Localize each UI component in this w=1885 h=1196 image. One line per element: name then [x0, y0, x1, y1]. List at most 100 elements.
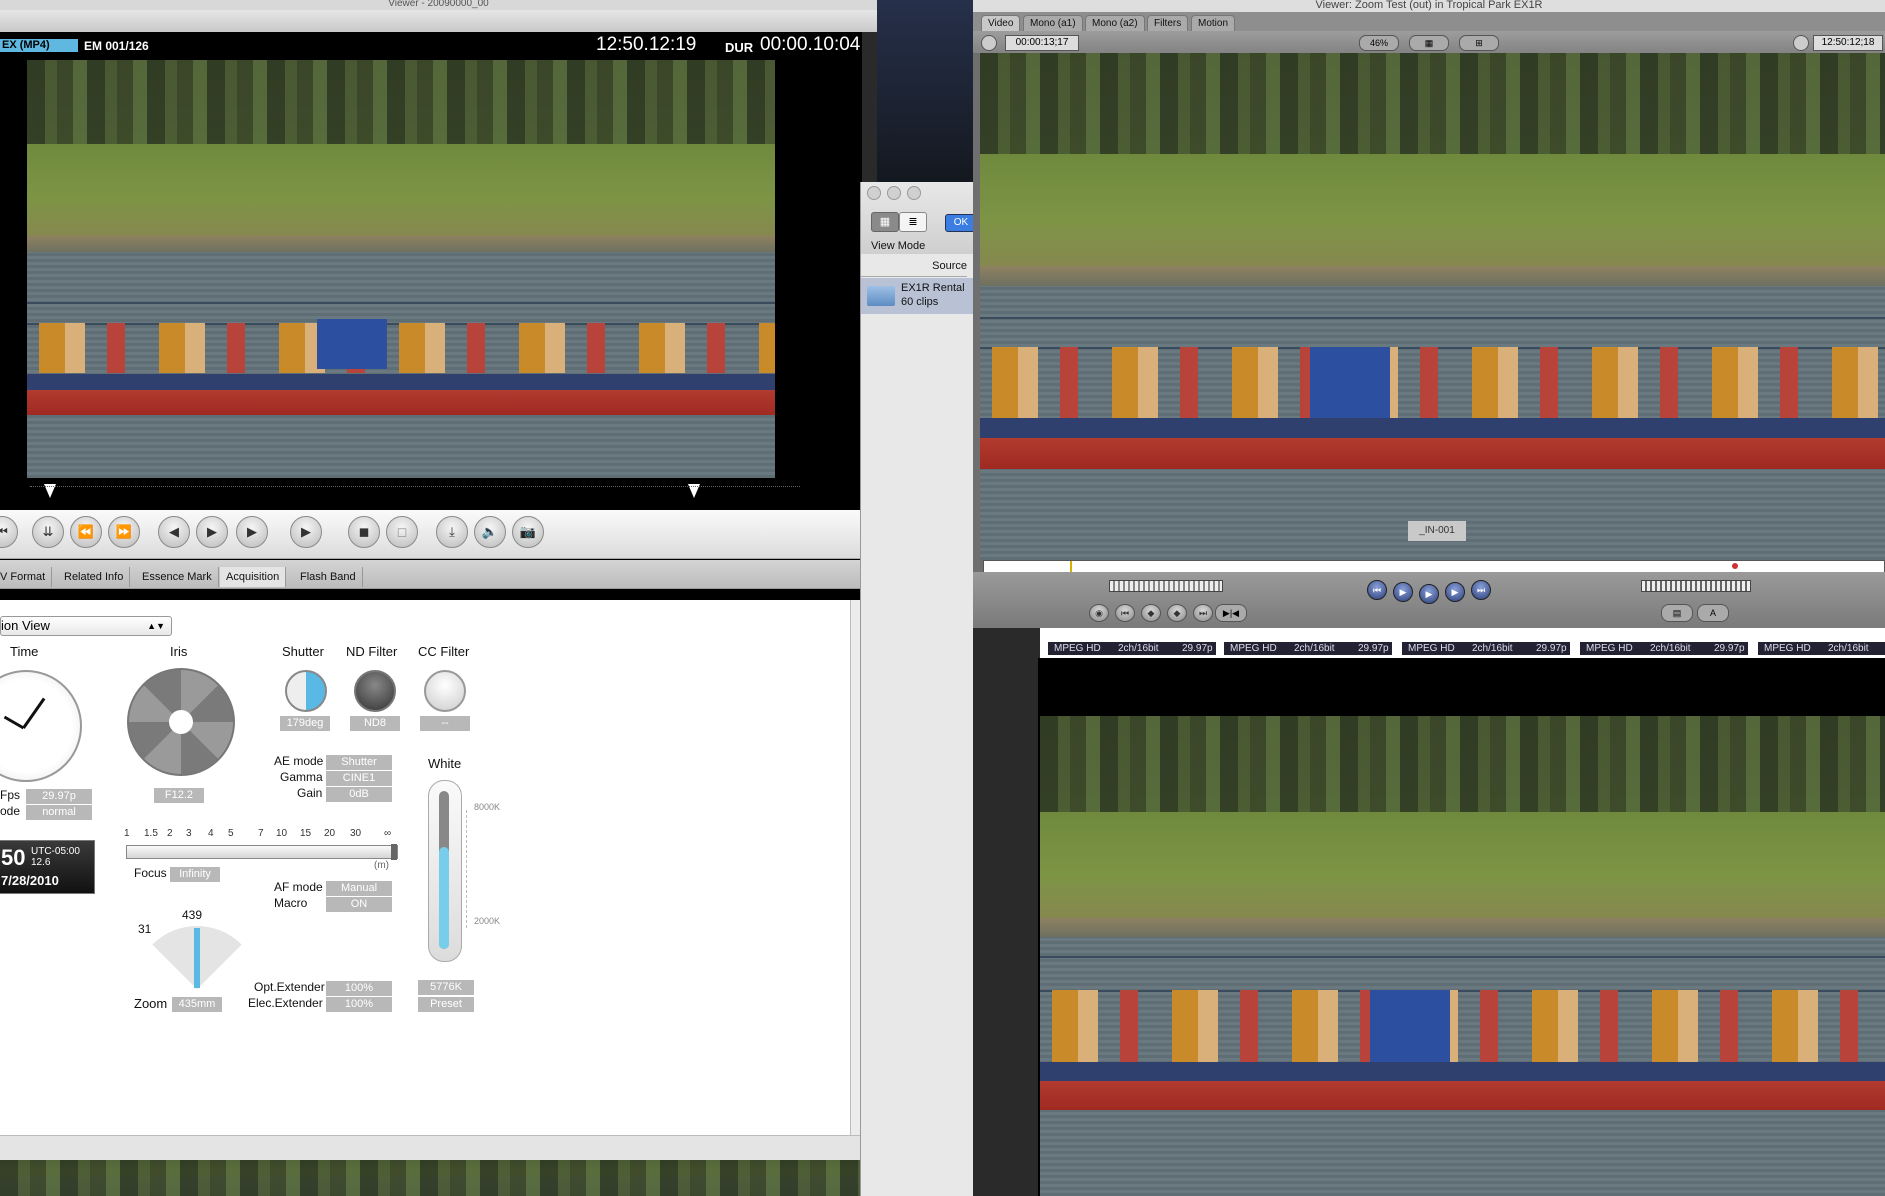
focus-tick: 1.5	[144, 828, 158, 839]
audio-icon[interactable]: 🔈	[474, 516, 506, 548]
zoom-menu[interactable]: 46%	[1359, 35, 1399, 51]
tab-acquisition[interactable]: Acquisition	[220, 567, 287, 587]
fast-forward-icon[interactable]: ⏩	[108, 516, 140, 548]
current-clock-icon	[1793, 35, 1809, 51]
tab-mono-a2[interactable]: Mono (a2)	[1085, 15, 1145, 31]
jog-control[interactable]	[1641, 580, 1751, 592]
close-window-icon[interactable]	[867, 186, 881, 200]
white-value: 5776K	[418, 980, 474, 995]
in-out-buttons[interactable]: ▶|◀	[1215, 604, 1247, 622]
fps-label: Fps	[0, 788, 21, 802]
clip-audio: 2ch/16bit	[1650, 643, 1691, 654]
time-label: Time	[10, 644, 39, 659]
canvas-video-frame	[1040, 716, 1885, 1196]
af-mode-label: AF mode	[274, 880, 323, 894]
viewer-play-icon[interactable]: ▶	[1419, 584, 1439, 604]
timecode: 12:50.12:19	[596, 34, 697, 55]
tab-filters[interactable]: Filters	[1147, 15, 1189, 31]
clip-info-item[interactable]: MPEG HD 2ch/16bit 29.97p	[1224, 642, 1392, 655]
fps-value: 29.97p	[26, 789, 92, 804]
recent-clips-icon[interactable]: ▤	[1661, 604, 1693, 622]
grid-view-icon[interactable]: ▦	[871, 212, 899, 232]
focus-scale: 1 1.5 2 3 4 5 7 10 15 20 30 ∞	[124, 828, 398, 842]
view-select[interactable]: ion View ▲▼	[0, 616, 172, 636]
elec-extender-label: Elec.Extender	[248, 996, 323, 1010]
mode-label: ode	[0, 804, 21, 818]
fcp-viewer-window: Viewer: Zoom Test (out) in Tropical Park…	[973, 0, 1885, 628]
white-mode: Preset	[418, 997, 474, 1012]
clock-icon	[0, 670, 82, 782]
view-menu-icon[interactable]: ▦	[1409, 35, 1449, 51]
source-item-name: EX1R Rental	[901, 282, 965, 294]
current-timecode[interactable]: 12:50:12;18	[1813, 35, 1883, 51]
clip-info-item[interactable]: MPEG HD 2ch/16bit 29.97p	[1580, 642, 1748, 655]
shutter-label: Shutter	[282, 644, 324, 659]
shuttle-control[interactable]	[1109, 580, 1223, 592]
gamma-label: Gamma	[280, 770, 323, 784]
play-segment-icon[interactable]: ▶	[196, 516, 228, 548]
zoom-max: 439	[182, 908, 203, 922]
source-header: Source	[861, 260, 967, 277]
zoom-value: 435mm	[172, 997, 222, 1012]
play-around-icon[interactable]: ▶	[1445, 582, 1465, 602]
macro-value: ON	[326, 897, 392, 912]
cc-filter-icon	[424, 670, 466, 712]
clip-info-item[interactable]: MPEG HD 2ch/16bit	[1758, 642, 1885, 655]
tab-flash-band[interactable]: Flash Band	[294, 567, 363, 587]
mark-in-icon[interactable]: ◼	[348, 516, 380, 548]
elec-extender-value: 100%	[326, 997, 392, 1012]
source-item[interactable]: EX1R Rental 60 clips	[861, 278, 973, 314]
step-forward-icon[interactable]: ▶	[236, 516, 268, 548]
gain-value: 0dB	[326, 787, 392, 802]
play-in-to-out-icon[interactable]: ▶	[1393, 582, 1413, 602]
view-mode-label: View Mode	[871, 240, 926, 252]
clip-info-item[interactable]: MPEG HD 2ch/16bit 29.97p	[1048, 642, 1216, 655]
list-view-icon[interactable]: ≣	[899, 212, 927, 232]
metadata-tabs: V Format Related Info Essence Mark Acqui…	[0, 560, 862, 589]
cc-filter-label: CC Filter	[418, 644, 470, 659]
cc-filter-value: --	[420, 716, 470, 731]
step-back-icon[interactable]: ◀	[158, 516, 190, 548]
minimize-window-icon[interactable]	[887, 186, 901, 200]
match-frame-icon[interactable]: ◉	[1089, 604, 1109, 622]
date: 7/28/2010	[1, 873, 59, 888]
tab-video[interactable]: Video	[981, 15, 1021, 31]
mark-out-icon[interactable]: ⏭	[1193, 604, 1213, 622]
tab-mono-a1[interactable]: Mono (a1)	[1023, 15, 1083, 31]
play-icon[interactable]: ▶	[290, 516, 322, 548]
view-select-value: ion View	[1, 618, 50, 633]
clip-info-item[interactable]: MPEG HD 2ch/16bit 29.97p	[1402, 642, 1570, 655]
focus-tick: 15	[300, 828, 312, 839]
prev-clip-icon[interactable]: ⏮	[0, 516, 18, 548]
duration-label: DUR	[725, 40, 754, 55]
camera-icon[interactable]: 📷	[512, 516, 544, 548]
focus-value: Infinity	[170, 867, 220, 882]
tab-motion[interactable]: Motion	[1191, 15, 1236, 31]
mark-clip-icon[interactable]: ⏮	[1115, 604, 1135, 622]
overlay-menu-icon[interactable]: ⊞	[1459, 35, 1499, 51]
mark-in-icon[interactable]: ◆	[1167, 604, 1187, 622]
focus-tick: ∞	[384, 828, 392, 839]
go-to-in-icon[interactable]: ⏮	[1367, 580, 1387, 600]
zoom-window-icon[interactable]	[907, 186, 921, 200]
tab-related-info[interactable]: Related Info	[58, 567, 131, 587]
clip-info-strip: MPEG HD 2ch/16bit 29.97p MPEG HD 2ch/16b…	[1040, 628, 1885, 658]
scrub-bar[interactable]	[0, 478, 862, 510]
tab-v-format[interactable]: V Format	[0, 567, 53, 587]
background-thumbnail	[0, 1160, 862, 1196]
duration-timecode[interactable]: 00:00:13;17	[1005, 35, 1079, 51]
focus-bar	[126, 844, 398, 860]
af-mode-value: Manual	[326, 881, 392, 896]
tab-essence-mark[interactable]: Essence Mark	[136, 567, 219, 587]
import-icon[interactable]: ⤓	[436, 516, 468, 548]
rewind-icon[interactable]: ⏪	[70, 516, 102, 548]
generator-icon[interactable]: A	[1697, 604, 1729, 622]
viewer-toolbar: 00:00:13;17 46% ▦ ⊞ 12:50:12;18	[973, 31, 1885, 53]
mark-out-icon[interactable]: ◻	[386, 516, 418, 548]
add-marker-icon[interactable]: ◆	[1141, 604, 1161, 622]
overlay-label: _IN-001	[1408, 521, 1466, 541]
shutter-indicator-icon	[285, 670, 327, 712]
go-to-out-icon[interactable]: ⏭	[1471, 580, 1491, 600]
prev-essence-mark-icon[interactable]: ⇊	[32, 516, 64, 548]
viewer-controls: ⏮ ▶ ▶ ▶ ⏭ ◉ ⏮ ◆ ◆ ⏭ ▶|◀ ▤ A	[973, 572, 1885, 628]
